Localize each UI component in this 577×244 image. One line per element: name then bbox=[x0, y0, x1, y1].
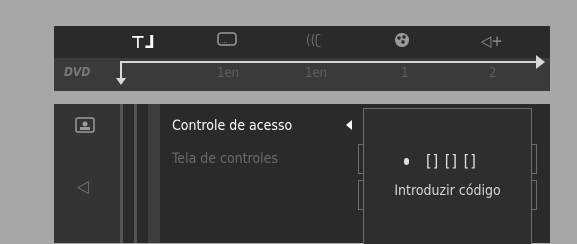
svg-text:...: ... bbox=[221, 37, 228, 45]
divider bbox=[120, 104, 123, 243]
audio-icon[interactable]: ((ʗ bbox=[306, 33, 321, 48]
menu-item-tela-de-controles[interactable]: Tela de controles bbox=[172, 151, 278, 167]
subtitle-icon[interactable]: ... bbox=[217, 32, 237, 52]
caret-left-icon bbox=[346, 120, 352, 130]
code-prompt: Introduzir código bbox=[394, 183, 501, 199]
timeline-arrow bbox=[121, 61, 537, 63]
settings-icon[interactable]: ⊤ᒧ bbox=[131, 33, 155, 53]
angle-icon[interactable] bbox=[394, 32, 410, 52]
cursor-dot-icon bbox=[404, 158, 409, 165]
subtitle-value: 1en bbox=[217, 66, 240, 81]
code-input[interactable]: [] [] [] bbox=[426, 151, 477, 170]
dvd-logo: DVD bbox=[64, 65, 91, 79]
access-code-popup: [] [] [] Introduzir código bbox=[363, 108, 532, 244]
angle-value: 1 bbox=[401, 66, 409, 81]
speaker-icon[interactable]: ◁ bbox=[77, 177, 89, 197]
selection-bar bbox=[148, 104, 160, 243]
arrow-right-icon bbox=[536, 55, 545, 69]
speaker-value: 2 bbox=[489, 66, 497, 81]
audio-value: 1en bbox=[305, 66, 328, 81]
display-icon[interactable] bbox=[75, 117, 95, 137]
menu-item-controle-de-acesso[interactable]: Controle de acesso bbox=[172, 118, 292, 134]
speaker-icon[interactable]: ◁+ bbox=[481, 32, 503, 50]
position-marker bbox=[120, 61, 122, 79]
arrow-down-icon bbox=[116, 78, 126, 85]
divider bbox=[134, 104, 137, 243]
